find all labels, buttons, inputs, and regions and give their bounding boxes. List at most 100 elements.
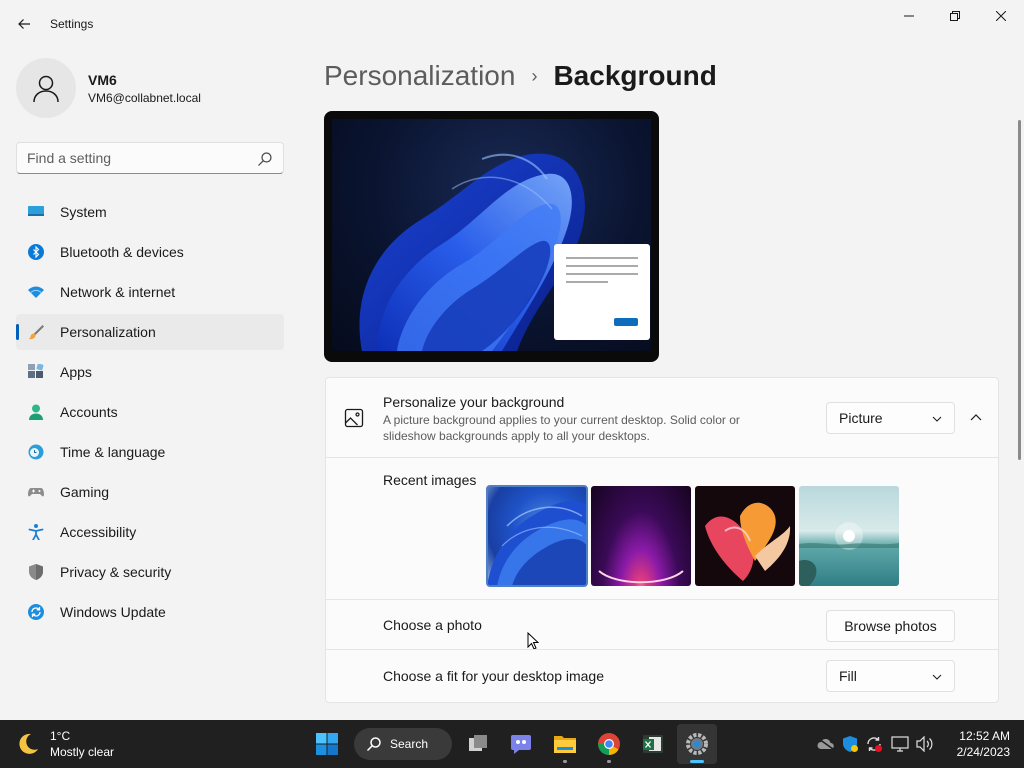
user-name: VM6 xyxy=(88,72,117,88)
settings-taskbar-button[interactable] xyxy=(677,724,717,764)
app-title: Settings xyxy=(50,17,94,31)
purple-glow-thumbnail-image xyxy=(598,570,684,584)
recent-image-ribbon[interactable] xyxy=(695,486,795,586)
nav-label: Privacy & security xyxy=(60,564,172,580)
volume-tray-button[interactable] xyxy=(915,734,935,754)
nav-label: Bluetooth & devices xyxy=(60,244,184,260)
nav-item-personalization[interactable]: Personalization xyxy=(16,314,284,350)
lake-thumbnail-image xyxy=(799,522,899,586)
running-indicator xyxy=(563,760,567,763)
taskbar-search[interactable]: Search xyxy=(354,728,452,760)
nav-item-system[interactable]: System xyxy=(16,194,284,230)
preview-window-lines xyxy=(566,257,638,326)
nav-item-bluetooth[interactable]: Bluetooth & devices xyxy=(16,234,284,270)
collapse-button[interactable] xyxy=(964,406,988,430)
chevron-down-icon xyxy=(932,674,942,680)
brush-icon xyxy=(29,325,44,340)
page-title: Background xyxy=(553,60,717,91)
bluetooth-icon xyxy=(28,244,44,260)
restore-button[interactable] xyxy=(932,0,978,32)
clock-date: 2/24/2023 xyxy=(956,745,1010,759)
search-icon xyxy=(366,737,381,752)
fit-value: Fill xyxy=(839,668,857,684)
teams-chat-button[interactable] xyxy=(501,724,541,764)
choose-photo-label: Choose a photo xyxy=(383,617,482,633)
shield-icon xyxy=(29,564,43,580)
moon-icon xyxy=(19,733,38,754)
update-icon xyxy=(28,604,44,620)
search-input[interactable] xyxy=(27,149,247,167)
start-button[interactable] xyxy=(307,724,347,764)
security-tray-button[interactable] xyxy=(840,734,860,754)
nav-item-gaming[interactable]: Gaming xyxy=(16,474,284,510)
clock-time: 12:52 AM xyxy=(959,729,1010,743)
chevron-down-icon xyxy=(932,416,942,422)
wifi-icon xyxy=(28,286,44,298)
chevron-up-icon xyxy=(970,414,982,421)
nav-label: Gaming xyxy=(60,484,110,500)
close-button[interactable] xyxy=(978,0,1024,32)
task-view-button[interactable] xyxy=(458,724,498,764)
nav-item-apps[interactable]: Apps xyxy=(16,354,284,390)
onedrive-tray-button[interactable] xyxy=(816,734,836,754)
search-icon[interactable] xyxy=(257,151,273,167)
display-tray-button[interactable] xyxy=(890,734,910,754)
nav-label: Accessibility xyxy=(60,524,137,540)
minimize-button[interactable] xyxy=(886,0,932,32)
settings-icon xyxy=(686,733,708,755)
background-type-dropdown[interactable]: Picture xyxy=(826,402,955,434)
title-bar: Settings xyxy=(0,0,1024,48)
nav-item-privacy[interactable]: Privacy & security xyxy=(16,554,284,590)
accessibility-icon xyxy=(28,524,44,540)
nav-label: System xyxy=(60,204,107,220)
scrollbar[interactable] xyxy=(1018,120,1021,460)
taskbar-search-label: Search xyxy=(390,737,429,751)
file-explorer-button[interactable] xyxy=(545,724,585,764)
nav-item-windows-update[interactable]: Windows Update xyxy=(16,594,284,630)
task-view-icon xyxy=(469,735,487,751)
fit-dropdown[interactable]: Fill xyxy=(826,660,955,692)
clock[interactable]: 12:52 AM 2/24/2023 xyxy=(944,728,1010,760)
settings-search[interactable] xyxy=(16,142,284,174)
nav-item-accessibility[interactable]: Accessibility xyxy=(16,514,284,550)
nav-item-time-language[interactable]: Time & language xyxy=(16,434,284,470)
nav-label: Personalization xyxy=(60,324,156,340)
taskbar: 1°C Mostly clear Search 12:52 AM 2/24/20… xyxy=(0,720,1024,768)
teams-chat-icon xyxy=(511,735,531,754)
user-profile[interactable]: VM6 VM6@collabnet.local xyxy=(16,58,286,118)
chrome-button[interactable] xyxy=(589,724,629,764)
nav-label: Apps xyxy=(60,364,92,380)
back-button[interactable] xyxy=(8,8,40,40)
bloom-thumbnail-image xyxy=(487,500,587,586)
user-icon xyxy=(33,75,59,103)
nav-label: Accounts xyxy=(60,404,118,420)
personalize-background-description: A picture background applies to your cur… xyxy=(383,413,740,443)
gamepad-icon xyxy=(28,488,44,497)
apps-icon xyxy=(28,364,44,378)
weather-widget[interactable]: 1°C Mostly clear xyxy=(16,728,136,760)
recent-image-purple-glow[interactable] xyxy=(591,486,691,586)
excel-button[interactable] xyxy=(633,724,673,764)
accounts-icon xyxy=(29,404,43,420)
start-icon xyxy=(316,733,338,755)
breadcrumb: Personalization › Background xyxy=(324,58,717,94)
browse-photos-button[interactable]: Browse photos xyxy=(826,610,955,642)
nav-item-accounts[interactable]: Accounts xyxy=(16,394,284,430)
nav-label: Time & language xyxy=(60,444,166,460)
user-email: VM6@collabnet.local xyxy=(88,91,201,105)
excel-icon xyxy=(643,735,663,753)
desktop-preview xyxy=(324,111,659,362)
system-icon xyxy=(28,206,44,216)
background-settings-panel: Personalize your background A picture ba… xyxy=(325,377,999,703)
choose-fit-row: Choose a fit for your desktop image Fill xyxy=(326,650,998,702)
choose-fit-label: Choose a fit for your desktop image xyxy=(383,668,605,684)
nav-item-network[interactable]: Network & internet xyxy=(16,274,284,310)
recent-image-bloom[interactable] xyxy=(486,485,588,587)
sync-tray-button[interactable] xyxy=(864,734,884,754)
weather-condition: Mostly clear xyxy=(50,745,115,759)
breadcrumb-parent[interactable]: Personalization xyxy=(324,60,515,92)
ribbon-thumbnail-image xyxy=(705,502,791,581)
recent-image-lake[interactable] xyxy=(799,486,899,586)
nav-label: Windows Update xyxy=(60,604,166,620)
close-icon xyxy=(996,11,1006,21)
